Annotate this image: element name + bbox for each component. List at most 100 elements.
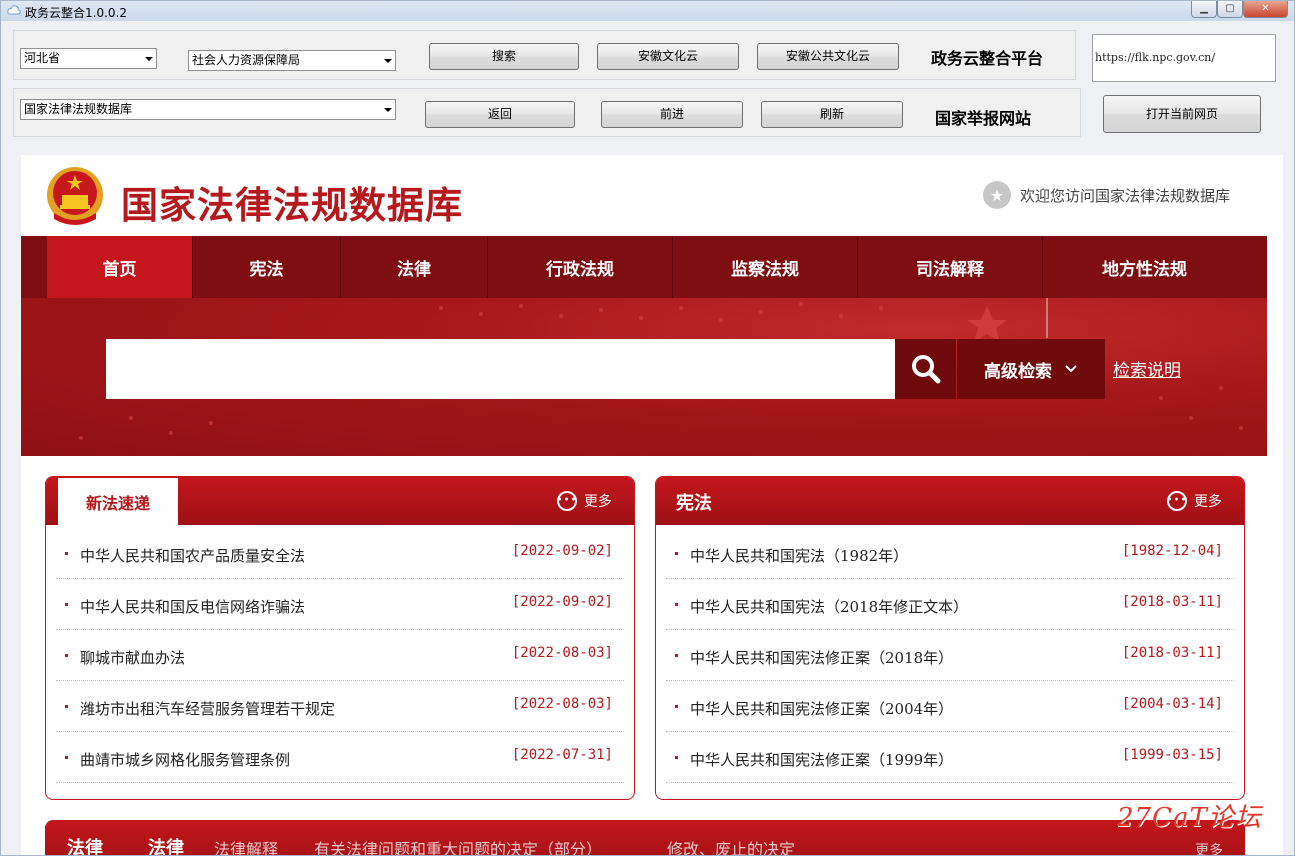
law-title[interactable]: 中华人民共和国宪法修正案（1999年） [690, 749, 953, 770]
chevron-down-icon [384, 108, 392, 112]
nav-item-local-regulations[interactable]: 地方性法规 [1043, 236, 1246, 298]
list-item[interactable]: 聊城市献血办法 [2022-08-03] [56, 630, 624, 681]
law-title[interactable]: 中华人民共和国宪法修正案（2004年） [690, 698, 953, 719]
province-select[interactable]: 河北省 [20, 48, 157, 69]
list-item[interactable]: 中华人民共和国宪法（1982年） [1982-12-04] [666, 528, 1234, 579]
law-title[interactable]: 中华人民共和国反电信网络诈骗法 [80, 596, 305, 617]
url-field[interactable]: https://flk.npc.gov.cn/ [1092, 34, 1276, 82]
list-item[interactable]: 中华人民共和国宪法（2018年修正文本） [2018-03-11] [666, 579, 1234, 630]
new-laws-more-link[interactable]: ••• 更多 [557, 491, 612, 511]
nav-item-home[interactable]: 首页 [47, 236, 193, 298]
app-window: 政务云整合1.0.0.2 ▁ ▢ ✕ 河北省 社会人力资源保障局 搜索 安徽文化… [0, 0, 1295, 856]
site-select-value: 国家法律法规数据库 [24, 102, 133, 116]
laws-panel-title: 法律 [67, 838, 103, 856]
report-site-label: 国家举报网站 [935, 109, 1032, 128]
law-date: [2022-09-02] [511, 543, 613, 559]
tab-law-interpretation[interactable]: 法律解释 [214, 836, 278, 855]
department-select[interactable]: 社会人力资源保障局 [188, 50, 396, 71]
search-button[interactable]: 搜索 [429, 43, 579, 70]
star-icon: ★ [983, 181, 1011, 209]
search-submit-button[interactable] [895, 339, 956, 399]
list-item[interactable]: 曲靖市城乡网格化服务管理条例 [2022-07-31] [56, 732, 624, 783]
site-title: 国家法律法规数据库 [121, 183, 463, 227]
cloud-icon [7, 5, 21, 15]
tab-decisions[interactable]: 有关法律问题和重大问题的决定（部分） [314, 836, 602, 855]
new-laws-panel: 新法速递 ••• 更多 中华人民共和国农产品质量安全法 [2022-09-02] … [45, 476, 635, 800]
constitution-panel: 宪法 ••• 更多 中华人民共和国宪法（1982年） [1982-12-04] 中… [655, 476, 1245, 800]
bullet [675, 603, 678, 606]
nav-item-constitution[interactable]: 宪法 [193, 236, 341, 298]
nav-item-supervision-regulations[interactable]: 监察法规 [673, 236, 858, 298]
law-date: [2018-03-11] [1121, 645, 1223, 661]
search-icon [911, 355, 940, 384]
search-help-link[interactable]: 检索说明 [1113, 356, 1181, 381]
main-nav: 首页 宪法 法律 行政法规 监察法规 司法解释 地方性法规 [21, 236, 1267, 298]
laws-more-link[interactable]: 更多 [1195, 840, 1223, 855]
law-date: [2022-08-03] [511, 696, 613, 712]
list-item[interactable]: 中华人民共和国宪法修正案（2004年） [2004-03-14] [666, 681, 1234, 732]
list-item[interactable]: 中华人民共和国宪法修正案（1999年） [1999-03-15] [666, 732, 1234, 783]
list-item[interactable]: 中华人民共和国宪法修正案（2018年） [2018-03-11] [666, 630, 1234, 681]
title-bar: 政务云整合1.0.0.2 ▁ ▢ ✕ [1, 1, 1294, 21]
bullet [65, 552, 68, 555]
nav-item-judicial-interpretations[interactable]: 司法解释 [858, 236, 1043, 298]
anhui-public-culture-button[interactable]: 安徽公共文化云 [757, 43, 899, 70]
list-item[interactable]: 潍坊市出租汽车经营服务管理若干规定 [2022-08-03] [56, 681, 624, 732]
constitution-panel-title[interactable]: 宪法 [676, 489, 712, 515]
law-title[interactable]: 潍坊市出租汽车经营服务管理若干规定 [80, 698, 335, 719]
chevron-down-icon [145, 57, 153, 61]
constitution-more-link[interactable]: ••• 更多 [1167, 491, 1222, 511]
law-title[interactable]: 曲靖市城乡网格化服务管理条例 [80, 749, 290, 770]
forum-watermark: 27CaT论坛 [1117, 803, 1262, 833]
bullet [675, 705, 678, 708]
close-button[interactable]: ✕ [1243, 1, 1288, 18]
site-select[interactable]: 国家法律法规数据库 [20, 99, 396, 120]
nav-item-laws[interactable]: 法律 [341, 236, 488, 298]
tab-laws[interactable]: 法律 [148, 834, 184, 855]
list-item[interactable]: 中华人民共和国反电信网络诈骗法 [2022-09-02] [56, 579, 624, 630]
bullet [65, 603, 68, 606]
new-laws-tab[interactable]: 新法速递 [58, 478, 178, 525]
law-title[interactable]: 中华人民共和国宪法修正案（2018年） [690, 647, 953, 668]
national-emblem-icon [47, 167, 103, 225]
bullet [675, 552, 678, 555]
platform-label: 政务云整合平台 [931, 49, 1044, 68]
law-date: [2022-07-31] [511, 747, 613, 763]
more-label: 更多 [1194, 494, 1222, 510]
back-button[interactable]: 返回 [425, 101, 575, 128]
province-select-value: 河北省 [24, 51, 61, 65]
bullet [675, 756, 678, 759]
web-view: 国家法律法规数据库 ★ 欢迎您访问国家法律法规数据库 首页 宪法 法律 行政法规… [21, 155, 1283, 856]
law-title[interactable]: 中华人民共和国宪法（2018年修正文本） [690, 596, 968, 617]
laws-panel-header: 法律 法律 法律解释 有关法律问题和重大问题的决定（部分） 修改、废止的决定 更… [45, 820, 1245, 856]
maximize-button[interactable]: ▢ [1217, 1, 1243, 18]
bullet [65, 705, 68, 708]
advanced-search-button[interactable]: 高级检索 [957, 339, 1105, 399]
nav-gap [21, 236, 47, 298]
law-title[interactable]: 中华人民共和国宪法（1982年） [690, 545, 908, 566]
window-title: 政务云整合1.0.0.2 [25, 6, 127, 20]
law-date: [2018-03-11] [1121, 594, 1223, 610]
search-input[interactable] [106, 339, 895, 399]
site-header: 国家法律法规数据库 ★ 欢迎您访问国家法律法规数据库 [21, 155, 1267, 235]
toolbar-row-1: 河北省 社会人力资源保障局 搜索 安徽文化云 安徽公共文化云 政务云整合平台 [13, 30, 1076, 80]
nav-item-admin-regulations[interactable]: 行政法规 [488, 236, 673, 298]
law-date: [1999-03-15] [1121, 747, 1223, 763]
minimize-button[interactable]: ▁ [1191, 1, 1217, 18]
bullet [65, 756, 68, 759]
welcome-text: 欢迎您访问国家法律法规数据库 [1020, 186, 1231, 205]
advanced-search-label: 高级检索 [984, 361, 1052, 382]
law-date: [1982-12-04] [1121, 543, 1223, 559]
tab-amendment-decisions[interactable]: 修改、废止的决定 [667, 836, 795, 855]
refresh-button[interactable]: 刷新 [761, 101, 903, 128]
list-item[interactable]: 中华人民共和国农产品质量安全法 [2022-09-02] [56, 528, 624, 579]
law-date: [2022-09-02] [511, 594, 613, 610]
open-current-page-button[interactable]: 打开当前网页 [1103, 95, 1261, 133]
anhui-culture-button[interactable]: 安徽文化云 [597, 43, 739, 70]
law-title[interactable]: 聊城市献血办法 [80, 647, 185, 668]
forward-button[interactable]: 前进 [601, 101, 743, 128]
toolbar-row-2: 国家法律法规数据库 返回 前进 刷新 国家举报网站 [13, 88, 1081, 137]
panel-header: 宪法 ••• 更多 [656, 477, 1244, 525]
panel-header: 新法速递 ••• 更多 [46, 477, 634, 525]
law-title[interactable]: 中华人民共和国农产品质量安全法 [80, 545, 305, 566]
